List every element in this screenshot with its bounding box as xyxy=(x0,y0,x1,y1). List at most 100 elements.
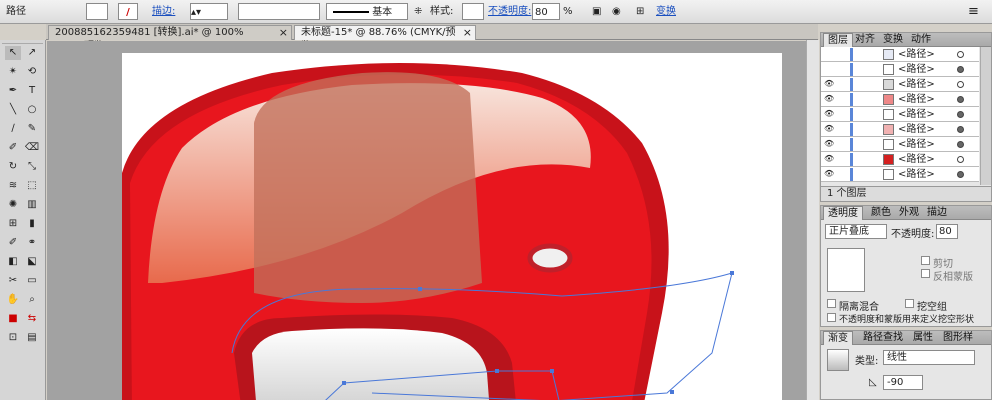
target-circle-icon[interactable] xyxy=(957,81,964,88)
eye-icon[interactable]: 👁 xyxy=(824,124,834,133)
close-icon[interactable]: × xyxy=(279,26,288,40)
recolor-icon[interactable]: ▣ xyxy=(592,3,601,20)
direct-selection-tool-icon[interactable]: ↗ xyxy=(24,46,40,60)
transform-link[interactable]: 变换 xyxy=(656,3,676,20)
artboard[interactable] xyxy=(122,53,782,400)
eye-icon[interactable]: 👁 xyxy=(824,169,834,178)
blob-brush-tool-icon[interactable]: ✐ xyxy=(5,141,21,155)
screen-mode-icon[interactable]: ▤ xyxy=(24,331,40,345)
clip-checkbox[interactable] xyxy=(921,256,930,265)
line-tool-icon[interactable]: ╲ xyxy=(5,103,21,117)
target-circle-icon[interactable] xyxy=(957,66,964,73)
tab-graphic-styles[interactable]: 图形样 xyxy=(939,331,977,345)
pink-stripe-shape[interactable] xyxy=(254,72,482,304)
align-icon[interactable]: ⁜ xyxy=(414,3,422,20)
ellipse-tool-icon[interactable]: ○ xyxy=(24,103,40,117)
magic-wand-tool-icon[interactable]: ✴ xyxy=(5,65,21,79)
fill-stroke-icon[interactable]: ■ xyxy=(5,312,21,326)
gradient-tool-icon[interactable]: ▮ xyxy=(24,217,40,231)
tab-align[interactable]: 对齐 xyxy=(851,33,879,47)
tab-transparency[interactable]: 透明度 xyxy=(823,206,863,220)
style-swatch[interactable] xyxy=(462,3,484,20)
swap-icon[interactable]: ⇆ xyxy=(24,312,40,326)
grid-icon[interactable]: ⊞ xyxy=(636,3,644,20)
brush-tool-icon[interactable]: ∕ xyxy=(5,122,21,136)
eye-icon[interactable]: 👁 xyxy=(824,109,834,118)
fill-color-swatch[interactable] xyxy=(86,3,108,20)
gradient-type-select[interactable]: 线性 xyxy=(883,350,975,365)
opacity-link[interactable]: 不透明度: xyxy=(488,3,531,20)
anchor-point[interactable] xyxy=(730,271,734,275)
vertical-scrollbar[interactable] xyxy=(806,40,819,400)
anchor-point[interactable] xyxy=(342,381,346,385)
globe-icon[interactable]: ◉ xyxy=(612,3,621,20)
opacity-input[interactable]: 80 xyxy=(532,3,560,20)
symbol-sprayer-tool-icon[interactable]: ✺ xyxy=(5,198,21,212)
draw-mode-icon[interactable]: ⊡ xyxy=(5,331,21,345)
close-icon[interactable]: × xyxy=(463,26,472,40)
layer-row[interactable]: 👁 <路径> xyxy=(821,107,979,122)
free-transform-tool-icon[interactable]: ⬚ xyxy=(24,179,40,193)
target-circle-icon[interactable] xyxy=(957,171,964,178)
eye-icon[interactable]: 👁 xyxy=(824,94,834,103)
layer-row[interactable]: 👁 <路径> xyxy=(821,137,979,152)
tab-color[interactable]: 颜色 xyxy=(867,206,895,220)
layer-row[interactable]: <路径> xyxy=(821,47,979,62)
layer-row[interactable]: 👁 <路径> xyxy=(821,92,979,107)
slice-tool-icon[interactable]: ✂ xyxy=(5,274,21,288)
mesh-tool-icon[interactable]: ⊞ xyxy=(5,217,21,231)
toolbox-grip[interactable] xyxy=(2,40,43,44)
target-circle-icon[interactable] xyxy=(957,141,964,148)
face-opening-inner[interactable] xyxy=(252,328,490,400)
tab-layers[interactable]: 图层 xyxy=(823,33,853,47)
tab-appearance[interactable]: 外观 xyxy=(895,206,923,220)
anchor-point[interactable] xyxy=(418,287,422,291)
layer-row[interactable]: 👁 <路径> xyxy=(821,167,979,182)
eraser-tool-icon[interactable]: ⌫ xyxy=(24,141,40,155)
eye-icon[interactable] xyxy=(824,64,832,73)
opacity-field[interactable]: 80 xyxy=(936,224,958,239)
tab-document-1[interactable]: 200885162359481 [转换].ai* @ 100% (RGB/预览)… xyxy=(48,25,292,52)
layer-row[interactable]: <路径> xyxy=(821,62,979,77)
variable-width-select[interactable] xyxy=(238,3,320,20)
gradient-swatch[interactable] xyxy=(827,349,849,371)
stroke-none-swatch[interactable]: / xyxy=(118,3,138,20)
hand-tool-icon[interactable]: ✋ xyxy=(5,293,21,307)
tab-pathfinder[interactable]: 路径查找 xyxy=(859,331,907,345)
target-circle-icon[interactable] xyxy=(957,51,964,58)
brush-profile-select[interactable]: 基本 xyxy=(326,3,408,20)
live-paint-tool-icon[interactable]: ◧ xyxy=(5,255,21,269)
isolate-blend-checkbox[interactable] xyxy=(827,299,836,308)
tab-stroke[interactable]: 描边 xyxy=(923,206,951,220)
eye-icon[interactable]: 👁 xyxy=(824,154,834,163)
artboard-tool-icon[interactable]: ▭ xyxy=(24,274,40,288)
tab-gradient[interactable]: 渐变 xyxy=(823,331,853,345)
pencil-tool-icon[interactable]: ✎ xyxy=(24,122,40,136)
stroke-weight-select[interactable]: ▴▾ xyxy=(190,3,228,20)
scale-tool-icon[interactable]: ⤡ xyxy=(24,160,40,174)
eyedropper-tool-icon[interactable]: ✐ xyxy=(5,236,21,250)
lasso-tool-icon[interactable]: ⟲ xyxy=(24,65,40,79)
rivet-shape[interactable] xyxy=(527,243,573,273)
blend-tool-icon[interactable]: ⚭ xyxy=(24,236,40,250)
opacity-mask-checkbox[interactable] xyxy=(827,313,836,322)
knockout-checkbox[interactable] xyxy=(905,299,914,308)
layers-scrollbar[interactable] xyxy=(980,47,991,185)
blend-mode-select[interactable]: 正片叠底 xyxy=(825,224,887,239)
zoom-tool-icon[interactable]: ⌕ xyxy=(24,293,40,307)
anchor-point[interactable] xyxy=(670,390,674,394)
live-paint-select-icon[interactable]: ⬕ xyxy=(24,255,40,269)
tab-attributes[interactable]: 属性 xyxy=(909,331,937,345)
layer-row[interactable]: 👁 <路径> xyxy=(821,152,979,167)
angle-input[interactable]: -90 xyxy=(883,375,923,390)
tab-actions[interactable]: 动作 xyxy=(907,33,935,47)
pen-tool-icon[interactable]: ✒ xyxy=(5,84,21,98)
tab-transform[interactable]: 变换 xyxy=(879,33,907,47)
target-circle-icon[interactable] xyxy=(957,111,964,118)
selection-tool-icon[interactable]: ↖ xyxy=(5,46,21,60)
anchor-point[interactable] xyxy=(550,369,554,373)
target-circle-icon[interactable] xyxy=(957,126,964,133)
graph-tool-icon[interactable]: ▥ xyxy=(24,198,40,212)
panel-menu-icon[interactable]: ≡ xyxy=(968,3,979,20)
target-circle-icon[interactable] xyxy=(957,156,964,163)
